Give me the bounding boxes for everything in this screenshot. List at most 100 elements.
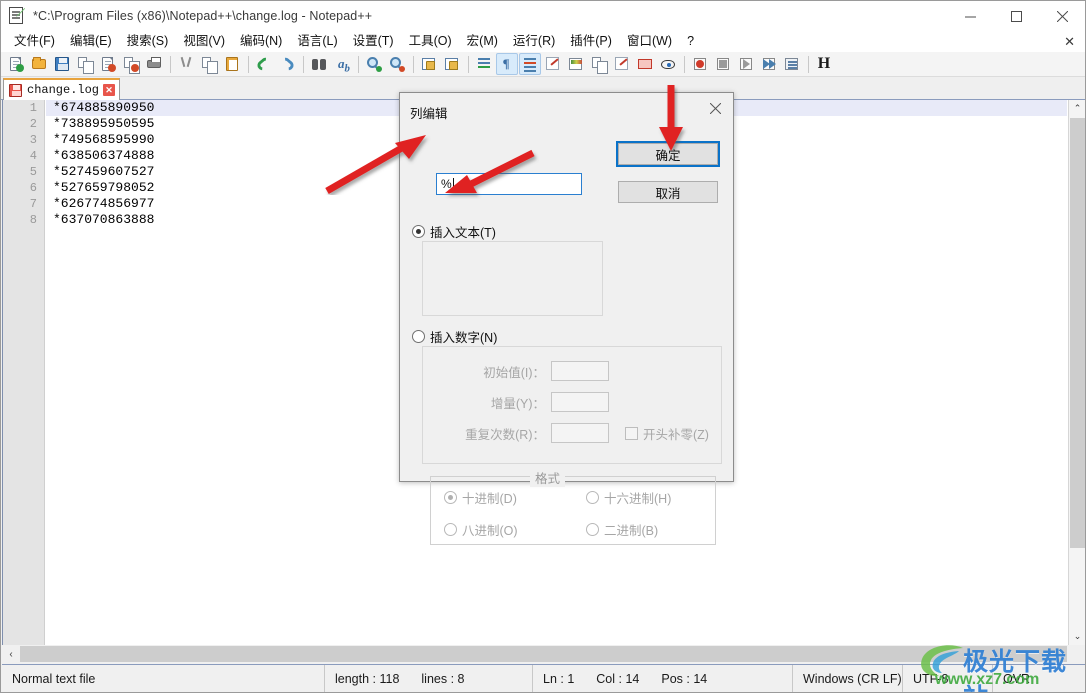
status-pos: Pos : 14 — [661, 671, 708, 686]
status-insert-mode[interactable]: OVR — [993, 665, 1083, 692]
format-bin[interactable]: 二进制(B) — [586, 520, 658, 539]
format-hex-radio-button[interactable] — [586, 491, 599, 504]
menu-edit[interactable]: 编辑(E) — [63, 32, 120, 51]
save-icon[interactable] — [51, 53, 73, 75]
vertical-scrollbar[interactable]: ⌃ ⌄ — [1068, 100, 1085, 645]
menu-encoding[interactable]: 编码(N) — [233, 32, 290, 51]
minimize-button[interactable] — [947, 1, 993, 31]
status-caret-position: Ln : 1 Col : 14 Pos : 14 — [533, 665, 793, 692]
insert-text-input[interactable]: % — [436, 173, 582, 195]
menu-search[interactable]: 搜索(S) — [120, 32, 177, 51]
format-dec-radio-button[interactable] — [444, 491, 457, 504]
menu-run[interactable]: 运行(R) — [506, 32, 563, 51]
cancel-button[interactable]: 取消 — [618, 181, 718, 203]
show-all-characters-icon[interactable]: ¶ — [496, 53, 518, 75]
format-hex[interactable]: 十六进制(H) — [586, 488, 671, 507]
save-all-icon[interactable] — [74, 53, 96, 75]
window-title: *C:\Program Files (x86)\Notepad++\change… — [33, 9, 373, 23]
run-macro-multiple-icon[interactable] — [758, 53, 780, 75]
line-number: 1 — [29, 101, 37, 115]
format-oct-radio-button[interactable] — [444, 523, 457, 536]
close-file-icon[interactable] — [97, 53, 119, 75]
show-npp-icon[interactable]: H — [813, 53, 835, 75]
tab-change-log[interactable]: change.log ✕ — [3, 78, 121, 100]
status-eol-format[interactable]: Windows (CR LF) — [793, 665, 903, 692]
cut-icon[interactable] — [175, 53, 197, 75]
leading-zeros-label: 开头补零(Z) — [643, 427, 709, 442]
format-dec[interactable]: 十进制(D) — [444, 488, 517, 507]
start-record-macro-icon[interactable] — [689, 53, 711, 75]
menu-window[interactable]: 窗口(W) — [620, 32, 680, 51]
sync-vertical-scroll-icon[interactable] — [418, 53, 440, 75]
folder-as-workspace-icon[interactable] — [634, 53, 656, 75]
format-oct[interactable]: 八进制(O) — [444, 520, 518, 539]
initial-value-label: 初始值(I)： — [483, 365, 545, 380]
line-number: 4 — [29, 149, 37, 163]
close-all-icon[interactable] — [120, 53, 142, 75]
status-length-lines: length : 118 lines : 8 — [325, 665, 533, 692]
play-macro-icon[interactable] — [735, 53, 757, 75]
format-dec-label: 十进制(D) — [462, 492, 517, 506]
maximize-button[interactable] — [993, 1, 1039, 31]
insert-number-radio[interactable]: 插入数字(N) — [412, 327, 497, 346]
insert-text-label: 插入文本(T) — [430, 226, 496, 240]
toolbar: ab ¶ H — [1, 52, 1085, 77]
zoom-out-icon[interactable] — [386, 53, 408, 75]
menu-tools[interactable]: 工具(O) — [402, 32, 460, 51]
word-wrap-icon[interactable] — [473, 53, 495, 75]
copy-icon[interactable] — [198, 53, 220, 75]
document-switcher-icon[interactable] — [611, 53, 633, 75]
scroll-up-icon[interactable]: ⌃ — [1069, 100, 1085, 117]
menu-file[interactable]: 文件(F) — [7, 32, 63, 51]
scroll-left-icon[interactable]: ‹ — [2, 646, 20, 663]
insert-text-radio-button[interactable] — [412, 225, 425, 238]
insert-text-radio[interactable]: 插入文本(T) — [412, 222, 496, 241]
ok-button[interactable]: 确定 — [616, 141, 720, 167]
line-number: 2 — [29, 117, 37, 131]
menu-view[interactable]: 视图(V) — [176, 32, 233, 51]
title-bar: *C:\Program Files (x86)\Notepad++\change… — [1, 1, 1085, 31]
menu-plugins[interactable]: 插件(P) — [563, 32, 620, 51]
close-document-icon[interactable]: ✕ — [1064, 34, 1075, 50]
sync-horizontal-scroll-icon[interactable] — [441, 53, 463, 75]
dialog-close-icon[interactable] — [701, 97, 729, 119]
user-defined-language-icon[interactable] — [542, 53, 564, 75]
print-icon[interactable] — [143, 53, 165, 75]
status-encoding[interactable]: UTF-8 — [903, 665, 993, 692]
menu-language[interactable]: 语言(L) — [290, 32, 345, 51]
scroll-down-icon[interactable]: ⌄ — [1069, 628, 1085, 645]
insert-text-group — [422, 241, 603, 316]
monitoring-icon[interactable] — [657, 53, 679, 75]
save-macro-icon[interactable] — [781, 53, 803, 75]
new-file-icon[interactable] — [5, 53, 27, 75]
format-bin-radio-button[interactable] — [586, 523, 599, 536]
indent-guide-icon[interactable] — [519, 53, 541, 75]
function-list-icon[interactable] — [588, 53, 610, 75]
horizontal-scrollbar[interactable]: ‹ — [2, 645, 1085, 663]
increase-value-input[interactable] — [551, 392, 609, 412]
leading-zeros-checkbox[interactable] — [625, 426, 638, 440]
horizontal-scroll-thumb[interactable] — [20, 646, 1067, 662]
undo-icon[interactable] — [253, 53, 275, 75]
line-number: 8 — [29, 213, 37, 227]
zoom-in-icon[interactable] — [363, 53, 385, 75]
initial-value-input[interactable] — [551, 361, 609, 381]
close-button[interactable] — [1039, 1, 1085, 31]
paste-icon[interactable] — [221, 53, 243, 75]
show-document-map-icon[interactable] — [565, 53, 587, 75]
menu-macro[interactable]: 宏(M) — [460, 32, 506, 51]
stop-record-macro-icon[interactable] — [712, 53, 734, 75]
repeat-input[interactable] — [551, 423, 609, 443]
tab-close-icon[interactable]: ✕ — [103, 84, 116, 96]
find-icon[interactable] — [308, 53, 330, 75]
replace-icon[interactable]: ab — [331, 53, 353, 75]
menu-settings[interactable]: 设置(T) — [346, 32, 402, 51]
status-file-type: Normal text file — [2, 665, 325, 692]
open-file-icon[interactable] — [28, 53, 50, 75]
status-ln: Ln : 1 — [543, 671, 575, 686]
redo-icon[interactable] — [276, 53, 298, 75]
text-caret — [452, 177, 454, 191]
vertical-scroll-thumb[interactable] — [1070, 118, 1085, 548]
menu-help[interactable]: ? — [680, 32, 702, 51]
insert-number-radio-button[interactable] — [412, 330, 425, 343]
